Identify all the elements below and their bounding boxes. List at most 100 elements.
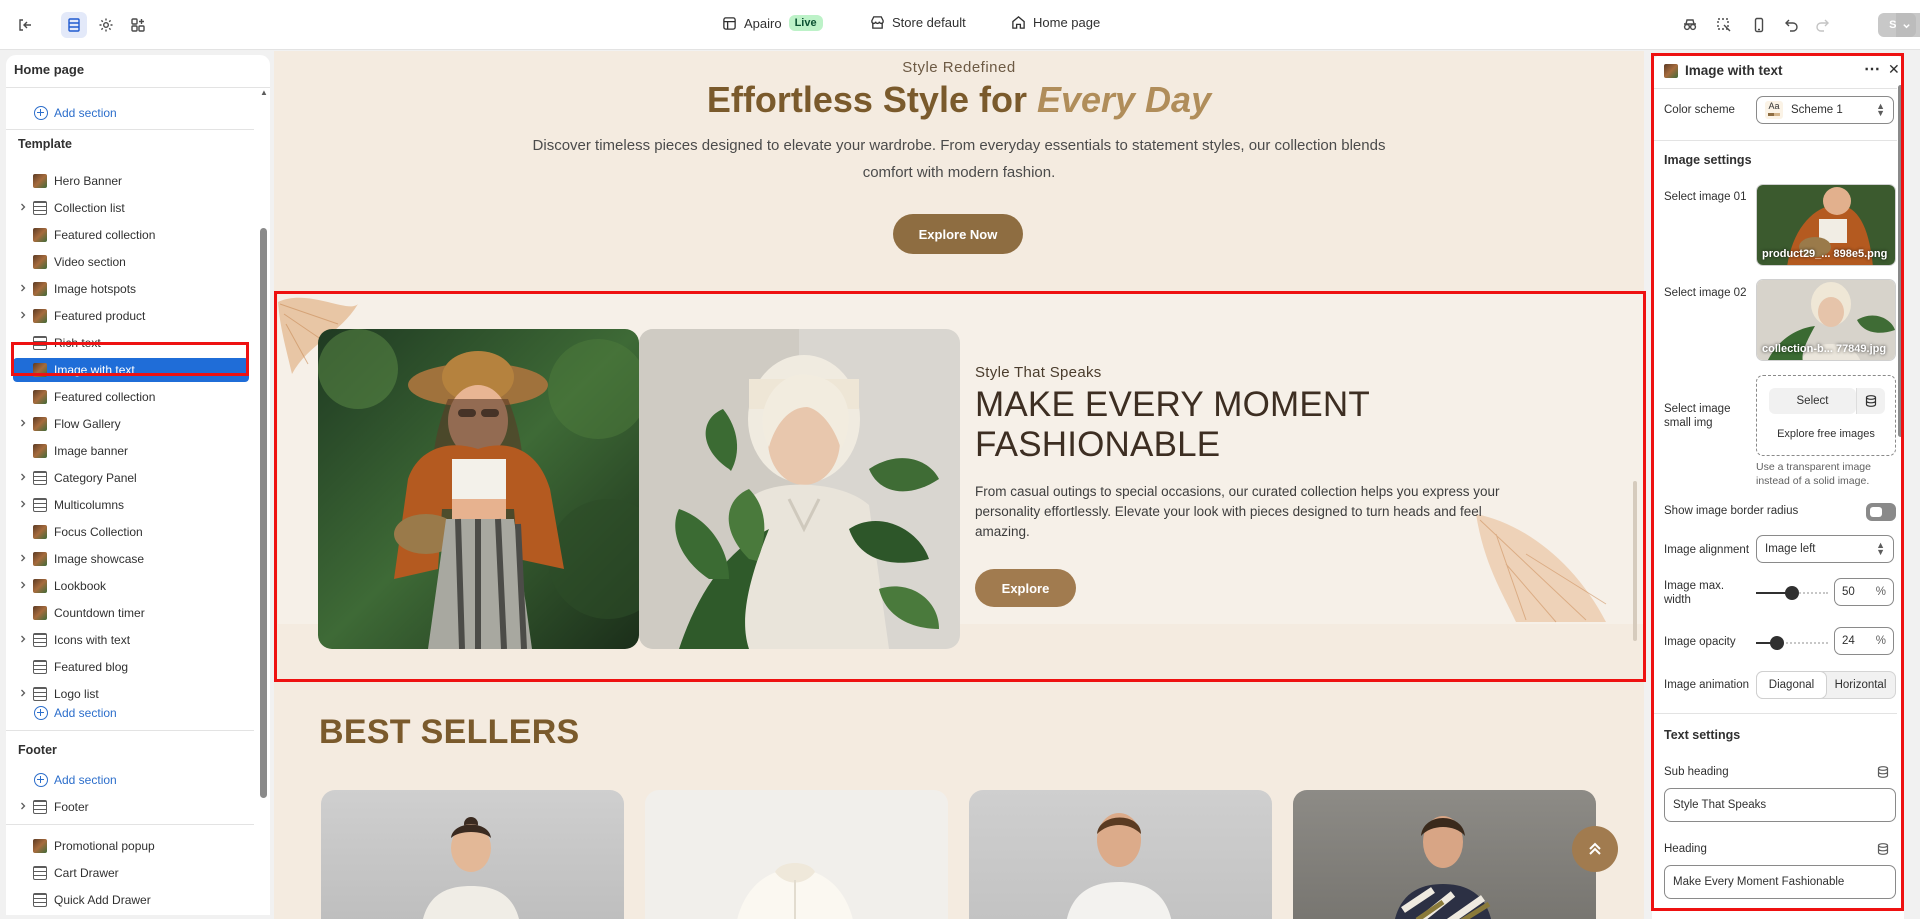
chevron-right-icon[interactable] bbox=[18, 499, 28, 509]
grid-icon bbox=[33, 800, 47, 814]
sidebar-item-image-showcase[interactable]: Image showcase bbox=[6, 547, 254, 571]
sidebar-item-label: Quick Add Drawer bbox=[54, 893, 151, 907]
product-image bbox=[737, 863, 853, 919]
sidebar-item-icons-with-text[interactable]: Icons with text bbox=[6, 628, 254, 652]
sidebar-item-flow-gallery[interactable]: Flow Gallery bbox=[6, 412, 254, 436]
chevron-right-icon[interactable] bbox=[18, 202, 28, 212]
chevron-right-icon[interactable] bbox=[18, 472, 28, 482]
sidebar-item-label: Focus Collection bbox=[54, 525, 143, 539]
image-icon bbox=[33, 579, 47, 593]
divider bbox=[6, 129, 254, 130]
sidebar-item-featured-collection[interactable]: Featured collection bbox=[6, 385, 254, 409]
settings-panel-highlight bbox=[1651, 53, 1904, 911]
selected-preview-section-highlight bbox=[274, 291, 1646, 682]
sidebar-scroll-thumb[interactable] bbox=[260, 228, 267, 798]
theme-store-icon bbox=[871, 16, 884, 29]
sidebar-item-label: Featured blog bbox=[54, 660, 129, 674]
add-circle-icon bbox=[34, 706, 48, 720]
mobile-preview-icon[interactable] bbox=[1746, 12, 1772, 38]
header-add-section-button[interactable]: Add section bbox=[6, 101, 254, 125]
hero-explore-now-button[interactable]: Explore Now bbox=[893, 214, 1023, 254]
chevron-right-icon[interactable] bbox=[18, 801, 28, 811]
sidebar-item-collection-list[interactable]: Collection list bbox=[6, 196, 254, 220]
scroll-up-arrow-icon[interactable]: ▲ bbox=[259, 88, 269, 98]
product-image bbox=[1395, 816, 1491, 919]
sidebar-item-cart-drawer[interactable]: Cart Drawer bbox=[6, 861, 254, 885]
image-icon bbox=[33, 390, 47, 404]
footer-add-section-button[interactable]: Add section bbox=[6, 768, 254, 792]
save-options-chevron-icon[interactable] bbox=[1896, 13, 1916, 37]
add-section-label: Add section bbox=[54, 106, 117, 120]
hero-title: Effortless Style for Every Day bbox=[274, 79, 1644, 121]
sidebar-item-featured-blog[interactable]: Featured blog bbox=[6, 655, 254, 679]
double-chevron-up-icon bbox=[1589, 842, 1601, 855]
grid-icon bbox=[33, 866, 47, 880]
product-image bbox=[1066, 813, 1172, 919]
image-icon bbox=[33, 228, 47, 242]
sidebar-item-label: Footer bbox=[54, 800, 89, 814]
sidebar-item-focus-collection[interactable]: Focus Collection bbox=[6, 520, 254, 544]
sidebar-item-label: Multicolumns bbox=[54, 498, 125, 512]
chevron-right-icon[interactable] bbox=[18, 310, 28, 320]
hero-description: Discover timeless pieces designed to ele… bbox=[532, 137, 1386, 181]
product-card[interactable] bbox=[321, 790, 624, 919]
template-group-label: Template bbox=[18, 137, 72, 151]
image-icon bbox=[33, 309, 47, 323]
select-element-icon[interactable] bbox=[1711, 12, 1737, 38]
grid-icon bbox=[33, 471, 47, 485]
sidebar-item-promotional-popup[interactable]: Promotional popup bbox=[6, 834, 254, 858]
chevron-right-icon[interactable] bbox=[18, 634, 28, 644]
store-switcher[interactable]: Apairo Live bbox=[722, 15, 823, 31]
live-status-badge: Live bbox=[788, 15, 823, 31]
sidebar-item-footer[interactable]: Footer bbox=[6, 795, 254, 819]
scroll-to-top-button[interactable] bbox=[1572, 826, 1618, 872]
sidebar-item-label: Icons with text bbox=[54, 633, 131, 647]
redo-icon[interactable] bbox=[1809, 12, 1835, 38]
home-icon bbox=[1012, 16, 1025, 29]
theme-switcher[interactable]: Store default bbox=[870, 15, 966, 30]
sidebar-item-label: Promotional popup bbox=[54, 839, 155, 853]
inspector-icon[interactable] bbox=[1677, 12, 1703, 38]
sidebar-item-label: Logo list bbox=[54, 687, 99, 701]
best-sellers-heading: BEST SELLERS bbox=[319, 713, 580, 751]
sections-icon[interactable] bbox=[61, 12, 87, 38]
sidebar-item-label: Collection list bbox=[54, 201, 125, 215]
sidebar-scrollbar[interactable]: ▲ ▼ bbox=[259, 88, 269, 908]
image-icon bbox=[33, 417, 47, 431]
page-switcher[interactable]: Home page bbox=[1011, 15, 1100, 30]
text-icon bbox=[33, 660, 47, 674]
add-section-label: Add section bbox=[54, 773, 117, 787]
sidebar-item-multicolumns[interactable]: Multicolumns bbox=[6, 493, 254, 517]
image-icon bbox=[33, 282, 47, 296]
sidebar-item-countdown-timer[interactable]: Countdown timer bbox=[6, 601, 254, 625]
sidebar-item-label: Featured collection bbox=[54, 228, 156, 242]
sidebar-item-image-hotspots[interactable]: Image hotspots bbox=[6, 277, 254, 301]
sidebar-item-hero-banner[interactable]: Hero Banner bbox=[6, 169, 254, 193]
chevron-right-icon[interactable] bbox=[18, 553, 28, 563]
logo-icon bbox=[33, 687, 47, 701]
product-card[interactable] bbox=[1293, 790, 1596, 919]
product-card[interactable] bbox=[645, 790, 948, 919]
sidebar-item-featured-collection[interactable]: Featured collection bbox=[6, 223, 254, 247]
sidebar-item-video-section[interactable]: Video section bbox=[6, 250, 254, 274]
page-label: Home page bbox=[1033, 15, 1101, 30]
chevron-right-icon[interactable] bbox=[18, 580, 28, 590]
sidebar-item-image-banner[interactable]: Image banner bbox=[6, 439, 254, 463]
image-icon bbox=[33, 525, 47, 539]
chevron-right-icon[interactable] bbox=[18, 688, 28, 698]
image-icon bbox=[33, 839, 47, 853]
sidebar-item-quick-add-drawer[interactable]: Quick Add Drawer bbox=[6, 888, 254, 912]
exit-icon[interactable] bbox=[12, 12, 38, 38]
undo-icon[interactable] bbox=[1779, 12, 1805, 38]
sidebar-item-category-panel[interactable]: Category Panel bbox=[6, 466, 254, 490]
add-circle-icon bbox=[34, 106, 48, 120]
apps-icon[interactable] bbox=[125, 12, 151, 38]
product-card[interactable] bbox=[969, 790, 1272, 919]
sidebar-item-featured-product[interactable]: Featured product bbox=[6, 304, 254, 328]
chevron-right-icon[interactable] bbox=[18, 418, 28, 428]
theme-settings-gear-icon[interactable] bbox=[93, 12, 119, 38]
template-add-section-button[interactable]: Add section bbox=[6, 701, 254, 725]
sidebar-item-lookbook[interactable]: Lookbook bbox=[6, 574, 254, 598]
chevron-right-icon[interactable] bbox=[18, 283, 28, 293]
text-icon bbox=[33, 633, 47, 647]
